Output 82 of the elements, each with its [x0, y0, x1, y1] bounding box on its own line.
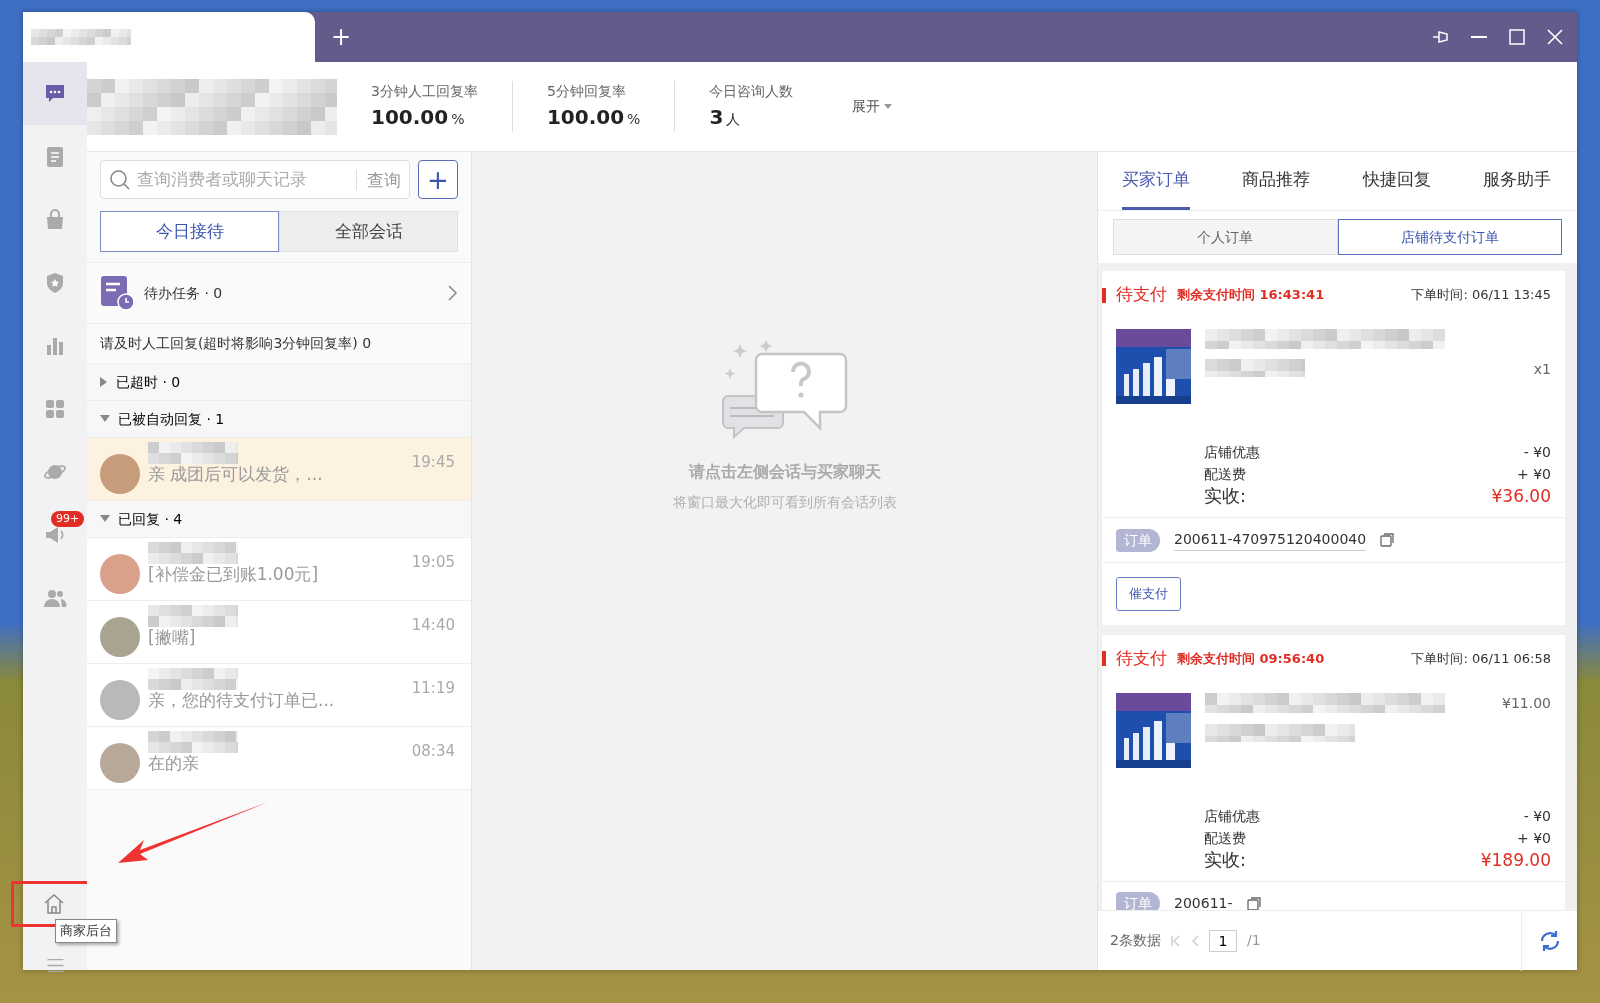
maximize-icon[interactable]: [1509, 29, 1525, 45]
notification-badge: 99+: [51, 511, 85, 527]
panel-tab[interactable]: 商品推荐: [1242, 152, 1311, 210]
panel-tab[interactable]: 快捷回复: [1362, 152, 1431, 210]
discount-label: 店铺优惠: [1204, 443, 1260, 462]
conversation-tab[interactable]: 今日接待: [100, 211, 279, 252]
total-amount: ¥36.00: [1491, 485, 1551, 507]
empty-state-title: 请点击左侧会话与买家聊天: [688, 461, 881, 483]
shipping-label: 配送费: [1204, 828, 1246, 848]
avatar: [100, 743, 140, 783]
todo-label: 待办任务 · 0: [144, 283, 223, 303]
record-count: 2条数据: [1110, 931, 1161, 950]
order-tag: 订单: [1116, 892, 1160, 910]
caret-down-icon: [100, 515, 110, 523]
message-time: 14:40: [411, 615, 455, 636]
copy-icon[interactable]: [1246, 896, 1261, 910]
home-icon: [42, 892, 66, 916]
task-icon: [100, 275, 134, 311]
page-field[interactable]: 1: [1208, 929, 1237, 952]
add-button[interactable]: +: [418, 160, 458, 199]
message-preview: 亲 成团后可以发货，...: [148, 463, 324, 486]
message-time: 11:19: [411, 678, 455, 699]
order-number: 200611-470975120400040: [1174, 529, 1367, 551]
sidebar-button[interactable]: [23, 62, 87, 125]
previous-page-icon[interactable]: [1190, 934, 1199, 947]
discount-label: 店铺优惠: [1204, 806, 1260, 826]
stat-value: 100.00%: [546, 104, 641, 131]
message-preview: [补偿金已到账1.00元]: [148, 563, 320, 586]
product-quantity: x1: [1533, 360, 1551, 379]
stat-value: 100.00%: [371, 104, 466, 131]
close-icon[interactable]: [1547, 29, 1563, 45]
shipping-amount: + ¥0: [1517, 828, 1551, 848]
order-time: 下单时间: 06/11 13:45: [1411, 286, 1551, 305]
total-amount: ¥189.00: [1480, 848, 1551, 871]
order-tag: 订单: [1116, 528, 1160, 552]
message-preview: [撇嘴]: [148, 626, 197, 649]
expand-dropdown[interactable]: 展开: [851, 95, 894, 118]
message-preview: 在的亲: [148, 752, 200, 775]
stat-value: 3 人: [709, 104, 742, 131]
message-time: 19:45: [411, 452, 455, 473]
total-label: 实收:: [1204, 848, 1247, 871]
order-status: 待支付: [1116, 646, 1167, 670]
caret-right-icon: [100, 377, 108, 387]
remind-payment-button[interactable]: 催支付: [1116, 577, 1181, 611]
message-time: 19:05: [411, 552, 455, 573]
avatar: [100, 617, 140, 657]
order-tab[interactable]: 个人订单: [1113, 219, 1338, 255]
message-time: 08:34: [411, 741, 455, 762]
new-tab-button[interactable]: +: [315, 12, 368, 62]
payment-countdown: 剩余支付时间 09:56:40: [1177, 649, 1325, 668]
product-price: ¥11.00: [1502, 693, 1551, 713]
message-preview: 亲，您的待支付订单已...: [148, 689, 336, 712]
avatar: [100, 680, 140, 720]
payment-countdown: 剩余支付时间 16:43:41: [1177, 286, 1325, 305]
avatar: [100, 554, 140, 594]
chevron-right-icon: [448, 285, 458, 301]
stat-label: 今日咨询人数: [709, 82, 794, 101]
order-time: 下单时间: 06/11 06:58: [1411, 649, 1551, 668]
pin-icon[interactable]: [1431, 29, 1449, 45]
stat-label: 3分钟人工回复率: [371, 82, 478, 101]
discount-amount: - ¥0: [1523, 443, 1551, 462]
search-icon: [109, 168, 131, 191]
total-label: 实收:: [1204, 485, 1247, 507]
shipping-label: 配送费: [1204, 465, 1246, 484]
order-status: 待支付: [1116, 283, 1167, 307]
todo-row[interactable]: 待办任务 · 0: [87, 262, 471, 324]
total-pages: /1: [1246, 931, 1261, 950]
discount-amount: - ¥0: [1523, 806, 1551, 826]
shipping-amount: + ¥0: [1517, 465, 1551, 484]
tooltip: 商家后台: [55, 919, 117, 943]
panel-tab[interactable]: 买家订单: [1122, 152, 1190, 210]
conversation-tab[interactable]: 全部会话: [279, 211, 458, 252]
copy-icon[interactable]: [1380, 533, 1395, 547]
caret-down-icon: [100, 415, 110, 423]
avatar: [100, 454, 140, 494]
panel-tab[interactable]: 服务助手: [1483, 152, 1551, 210]
order-tab[interactable]: 店铺待支付订单: [1337, 219, 1562, 255]
stat-label: 5分钟回复率: [546, 82, 627, 101]
caret-icon: [884, 103, 893, 110]
first-page-icon[interactable]: [1170, 934, 1181, 947]
chat-bubbles-icon: [721, 340, 848, 440]
menu-icon: [46, 958, 64, 972]
